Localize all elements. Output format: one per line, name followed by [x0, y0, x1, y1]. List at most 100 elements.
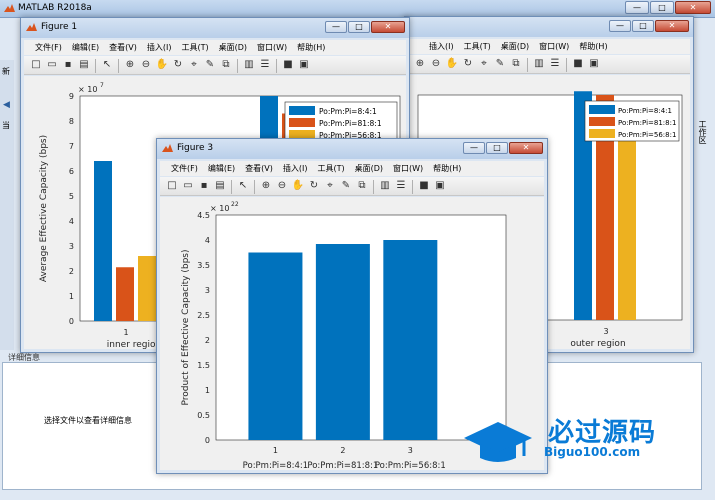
- x-category-label: Po:Pm:Pi=81:8:1: [307, 461, 378, 471]
- link-icon[interactable]: ⧉: [219, 58, 233, 72]
- y-exponent-label: × 10: [78, 85, 97, 94]
- y-tick-label: 7: [69, 142, 74, 151]
- colorbar-icon[interactable]: ▥: [242, 58, 256, 72]
- print-icon[interactable]: ▤: [77, 58, 91, 72]
- menu-item-1[interactable]: 工具(T): [459, 39, 496, 54]
- pan-icon[interactable]: ✋: [291, 179, 305, 193]
- fig1-minimize-button[interactable]: —: [325, 21, 347, 33]
- legend-icon[interactable]: ☰: [258, 58, 272, 72]
- menu-item-4[interactable]: 工具(T): [312, 161, 349, 176]
- menu-item-3[interactable]: 窗口(W): [534, 39, 574, 54]
- figure-2-title-bar: — □ ✕: [405, 17, 693, 37]
- toolbar-separator: [118, 59, 119, 73]
- bar: [383, 240, 438, 440]
- menu-item-4[interactable]: 工具(T): [176, 40, 213, 55]
- hide-plot-tools-icon[interactable]: ■: [417, 179, 431, 193]
- menu-item-2[interactable]: 桌面(D): [496, 39, 534, 54]
- data-cursor-icon[interactable]: ⌖: [187, 58, 201, 72]
- figure-1-title-bar: Figure 1 — □ ✕: [21, 18, 409, 38]
- menu-item-3[interactable]: 插入(I): [142, 40, 177, 55]
- fig1-close-button[interactable]: ✕: [371, 21, 405, 33]
- fig3-maximize-button[interactable]: □: [486, 142, 508, 154]
- menu-item-0[interactable]: 文件(F): [30, 40, 67, 55]
- fig3-close-button[interactable]: ✕: [509, 142, 543, 154]
- zoom-in-icon[interactable]: ⊕: [123, 58, 137, 72]
- menu-item-0[interactable]: 文件(F): [166, 161, 203, 176]
- data-cursor-icon[interactable]: ⌖: [477, 57, 491, 71]
- open-file-icon[interactable]: ▭: [45, 58, 59, 72]
- menu-item-0[interactable]: 插入(I): [424, 39, 459, 54]
- menu-item-5[interactable]: 桌面(D): [350, 161, 388, 176]
- menu-item-7[interactable]: 帮助(H): [428, 161, 466, 176]
- minimize-button[interactable]: —: [625, 1, 649, 14]
- menu-item-6[interactable]: 窗口(W): [252, 40, 292, 55]
- pointer-icon[interactable]: ↖: [236, 179, 250, 193]
- menu-item-3[interactable]: 插入(I): [278, 161, 313, 176]
- fig2-close-button[interactable]: ✕: [655, 20, 689, 32]
- bar: [618, 110, 636, 320]
- workspace-tab[interactable]: 工作区: [697, 120, 708, 144]
- close-button[interactable]: ✕: [675, 1, 711, 14]
- legend-swatch: [589, 129, 615, 138]
- show-plot-tools-icon[interactable]: ▣: [433, 179, 447, 193]
- legend-icon[interactable]: ☰: [394, 179, 408, 193]
- x-group-label: outer region: [570, 339, 625, 349]
- fig3-minimize-button[interactable]: —: [463, 142, 485, 154]
- figure-3-title: Figure 3: [177, 143, 214, 153]
- show-plot-tools-icon[interactable]: ▣: [587, 57, 601, 71]
- brush-icon[interactable]: ✎: [339, 179, 353, 193]
- link-icon[interactable]: ⧉: [509, 57, 523, 71]
- zoom-out-icon[interactable]: ⊖: [275, 179, 289, 193]
- y-axis-label: Product of Effective Capacity (bps): [181, 249, 191, 405]
- colorbar-icon[interactable]: ▥: [532, 57, 546, 71]
- pan-icon[interactable]: ✋: [445, 57, 459, 71]
- x-group-label: inner region: [107, 340, 161, 350]
- x-tick-label: 3: [603, 327, 608, 336]
- legend-icon[interactable]: ☰: [548, 57, 562, 71]
- bar: [116, 267, 134, 321]
- menu-item-2[interactable]: 查看(V): [104, 40, 142, 55]
- fig2-maximize-button[interactable]: □: [632, 20, 654, 32]
- menu-item-1[interactable]: 编辑(E): [203, 161, 240, 176]
- hide-plot-tools-icon[interactable]: ■: [571, 57, 585, 71]
- print-icon[interactable]: ▤: [213, 179, 227, 193]
- hide-plot-tools-icon[interactable]: ■: [281, 58, 295, 72]
- zoom-out-icon[interactable]: ⊖: [139, 58, 153, 72]
- rotate-icon[interactable]: ↻: [171, 58, 185, 72]
- x-tick-label: 1: [273, 446, 278, 455]
- brush-icon[interactable]: ✎: [203, 58, 217, 72]
- data-cursor-icon[interactable]: ⌖: [323, 179, 337, 193]
- save-icon[interactable]: ▪: [61, 58, 75, 72]
- link-icon[interactable]: ⧉: [355, 179, 369, 193]
- zoom-in-icon[interactable]: ⊕: [259, 179, 273, 193]
- show-plot-tools-icon[interactable]: ▣: [297, 58, 311, 72]
- menu-item-1[interactable]: 编辑(E): [67, 40, 104, 55]
- x-tick-label: 2: [340, 446, 345, 455]
- pan-icon[interactable]: ✋: [155, 58, 169, 72]
- menu-item-6[interactable]: 窗口(W): [388, 161, 428, 176]
- pointer-icon[interactable]: ↖: [100, 58, 114, 72]
- save-icon[interactable]: ▪: [197, 179, 211, 193]
- back-arrow-icon[interactable]: ◀: [3, 100, 10, 110]
- zoom-out-icon[interactable]: ⊖: [429, 57, 443, 71]
- open-file-icon[interactable]: ▭: [181, 179, 195, 193]
- maximize-button[interactable]: □: [650, 1, 674, 14]
- menu-item-7[interactable]: 帮助(H): [292, 40, 330, 55]
- rotate-icon[interactable]: ↻: [461, 57, 475, 71]
- menu-item-5[interactable]: 桌面(D): [214, 40, 252, 55]
- menu-item-2[interactable]: 查看(V): [240, 161, 278, 176]
- brush-icon[interactable]: ✎: [493, 57, 507, 71]
- y-tick-label: 2: [69, 267, 74, 276]
- toolbar-separator: [237, 59, 238, 73]
- fig1-maximize-button[interactable]: □: [348, 21, 370, 33]
- y-tick-label: 9: [69, 92, 74, 101]
- fig3-menu-bar: 文件(F) 编辑(E) 查看(V) 插入(I) 工具(T) 桌面(D) 窗口(W) 帮助(H): [160, 161, 544, 176]
- rotate-icon[interactable]: ↻: [307, 179, 321, 193]
- zoom-in-icon[interactable]: ⊕: [413, 57, 427, 71]
- x-tick-label: 3: [408, 446, 413, 455]
- menu-item-4[interactable]: 帮助(H): [574, 39, 612, 54]
- new-file-icon[interactable]: □: [29, 58, 43, 72]
- new-file-icon[interactable]: □: [165, 179, 179, 193]
- colorbar-icon[interactable]: ▥: [378, 179, 392, 193]
- fig2-minimize-button[interactable]: —: [609, 20, 631, 32]
